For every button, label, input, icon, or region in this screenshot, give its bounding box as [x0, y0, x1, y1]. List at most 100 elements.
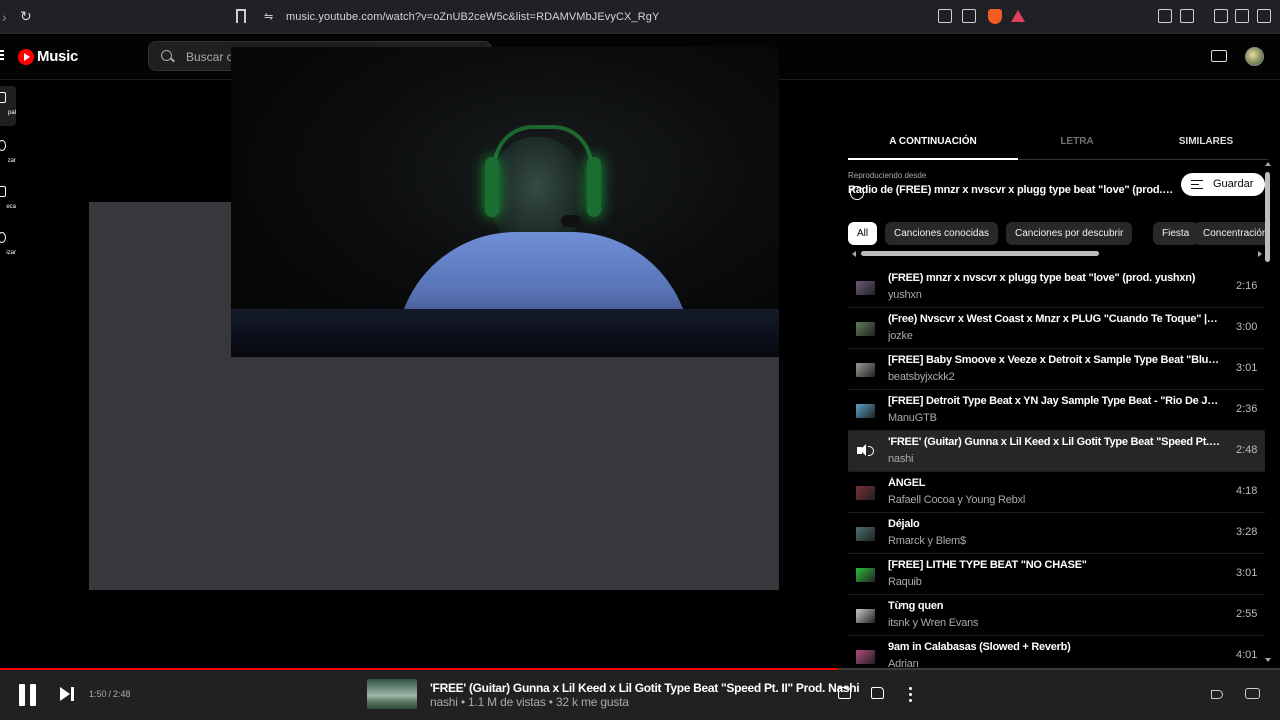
queue-item-thumbnail[interactable] — [856, 363, 875, 377]
loading-cursor-icon — [850, 186, 864, 200]
downloads-icon[interactable] — [1257, 9, 1271, 23]
chip-all[interactable]: All — [848, 222, 878, 245]
now-playing-title[interactable]: 'FREE' (Guitar) Gunna x Lil Keed x Lil G… — [430, 681, 860, 695]
menu-icon[interactable] — [0, 50, 4, 60]
queue-item-thumbnail[interactable] — [856, 486, 875, 500]
scroll-right-icon[interactable] — [1258, 251, 1262, 257]
guide-label: pal — [7, 110, 16, 116]
scroll-down-icon[interactable] — [1265, 658, 1271, 662]
queue-item-artist[interactable]: nashi — [888, 453, 1218, 465]
queue-item-artist[interactable]: Rafaell Cocoa y Young Rebxl — [888, 494, 1218, 506]
queue-item[interactable]: (Free) Nvscvr x West Coast x Mnzr x PLUG… — [848, 308, 1265, 349]
queue-item-artist[interactable]: beatsbyjxckk2 — [888, 371, 1218, 383]
logo-text[interactable]: Music — [37, 48, 78, 65]
share-icon[interactable] — [962, 9, 976, 23]
more-options-button[interactable] — [903, 685, 921, 703]
dislike-button[interactable] — [836, 685, 854, 703]
queue-item-artist[interactable]: Rmarck y Blem$ — [888, 535, 1218, 547]
queue-item-thumbnail[interactable] — [856, 404, 875, 418]
volume-button[interactable] — [1210, 685, 1228, 703]
site-info-icon[interactable]: ⇋ — [264, 10, 273, 23]
queue-item-artist[interactable]: ManuGTB — [888, 412, 1218, 424]
video-player[interactable] — [231, 47, 779, 357]
queue-item[interactable]: 9am in Calabasas (Slowed + Reverb) Adrian… — [848, 636, 1265, 670]
queue-item[interactable]: [FREE] Detroit Type Beat x YN Jay Sample… — [848, 390, 1265, 431]
reload-icon[interactable]: ↻ — [20, 8, 32, 25]
now-playing-thumbnail[interactable] — [367, 679, 417, 709]
guide-item-upgrade[interactable]: izar — [0, 226, 16, 266]
chip-discover[interactable]: Canciones por descubrir — [1006, 222, 1133, 245]
queue-item-artist[interactable]: jozke — [888, 330, 1218, 342]
screen-icon[interactable] — [938, 9, 952, 23]
now-playing-subtitle[interactable]: nashi • 1.1 M de vistas • 32 k me gusta — [430, 695, 629, 709]
repeat-button[interactable] — [1244, 685, 1262, 703]
avatar[interactable] — [1245, 47, 1264, 66]
search-icon — [161, 50, 172, 61]
chip-known-songs[interactable]: Canciones conocidas — [885, 222, 999, 245]
scroll-left-icon[interactable] — [852, 251, 856, 257]
queue-item-title: Déjalo — [888, 518, 920, 530]
media-icon[interactable] — [1180, 9, 1194, 23]
like-button[interactable] — [869, 685, 887, 703]
current-time: 1:50 — [89, 689, 107, 699]
queue-item-artist[interactable]: Raquib — [888, 576, 1218, 588]
queue-item-title: ÁNGEL — [888, 477, 926, 489]
queue-item-thumbnail[interactable] — [856, 527, 875, 541]
queue-item[interactable]: 'FREE' (Guitar) Gunna x Lil Keed x Lil G… — [848, 431, 1265, 472]
player-bar: 1:50/2:48 'FREE' (Guitar) Gunna x Lil Ke… — [0, 668, 1280, 720]
cast-icon[interactable] — [1211, 50, 1227, 62]
queue-item[interactable]: Từng quen itsnk y Wren Evans 2:55 — [848, 595, 1265, 636]
queue-item-artist[interactable]: itsnk y Wren Evans — [888, 617, 1218, 629]
guide-item-home[interactable]: pal — [0, 86, 16, 126]
queue-item-thumbnail[interactable] — [856, 568, 875, 582]
forward-icon[interactable]: › — [2, 9, 7, 25]
chip-focus[interactable]: Concentración — [1194, 222, 1268, 245]
address-bar-url[interactable]: music.youtube.com/watch?v=oZnUB2ceW5c&li… — [286, 11, 659, 23]
bookmark-icon[interactable] — [236, 9, 246, 23]
queue-item-duration: 3:01 — [1236, 567, 1258, 579]
queue-item-thumbnail[interactable] — [856, 650, 875, 664]
chip-party[interactable]: Fiesta — [1153, 222, 1199, 245]
sidebar-icon[interactable] — [1235, 9, 1249, 23]
pause-button[interactable] — [18, 684, 38, 706]
brave-shields-icon[interactable] — [988, 9, 1002, 24]
queue-item-thumbnail[interactable] — [856, 322, 875, 336]
radio-title[interactable]: Radio de (FREE) mnzr x nvscvr x plugg ty… — [848, 184, 1176, 196]
queue-item-artist[interactable]: yushxn — [888, 289, 1218, 301]
queue-item[interactable]: [FREE] Baby Smoove x Veeze x Detroit x S… — [848, 349, 1265, 390]
queue-scroll-thumb[interactable] — [1265, 172, 1270, 262]
guide-label: eca — [6, 204, 16, 210]
youtube-music-logo-icon[interactable] — [18, 49, 34, 65]
next-button[interactable] — [60, 687, 76, 701]
more-icon-dot — [909, 687, 912, 690]
progress-bar[interactable] — [0, 668, 1280, 670]
guide-item-library[interactable]: eca — [0, 180, 16, 220]
tab-up-next[interactable]: A CONTINUACIÓN — [868, 136, 998, 147]
queue-item-thumbnail[interactable] — [856, 281, 875, 295]
queue-item-thumbnail[interactable] — [856, 609, 875, 623]
tab-related[interactable]: SIMILARES — [1141, 136, 1271, 147]
queue-item[interactable]: Déjalo Rmarck y Blem$ 3:28 — [848, 513, 1265, 554]
queue-item-duration: 4:18 — [1236, 485, 1258, 497]
save-button[interactable]: Guardar — [1181, 173, 1265, 196]
upgrade-icon — [0, 232, 6, 243]
playlist-add-icon — [1191, 180, 1203, 189]
queue-item[interactable]: [FREE] LITHE TYPE BEAT "NO CHASE" Raquib 3… — [848, 554, 1265, 595]
next-icon-bar — [71, 687, 74, 701]
queue-item[interactable]: ÁNGEL Rafaell Cocoa y Young Rebxl 4:18 — [848, 472, 1265, 513]
queue-item-title: (FREE) mnzr x nvscvr x plugg type beat "… — [888, 272, 1196, 284]
queue-list: (FREE) mnzr x nvscvr x plugg type beat "… — [848, 267, 1265, 670]
brave-rewards-icon[interactable] — [1011, 10, 1025, 22]
guide-item-explore[interactable]: zar — [0, 134, 16, 174]
queue-scrollbar[interactable] — [1264, 160, 1274, 670]
chips-scroll-thumb[interactable] — [861, 251, 1099, 256]
queue-item-title: (Free) Nvscvr x West Coast x Mnzr x PLUG… — [888, 313, 1220, 325]
extensions-icon[interactable] — [1158, 9, 1172, 23]
time-info: 1:50/2:48 — [89, 689, 131, 699]
scroll-up-icon[interactable] — [1265, 162, 1271, 166]
queue-item[interactable]: (FREE) mnzr x nvscvr x plugg type beat "… — [848, 267, 1265, 308]
music-icon[interactable] — [1214, 9, 1228, 23]
tab-lyrics[interactable]: LETRA — [1012, 136, 1142, 147]
chips-scrollbar[interactable] — [848, 250, 1262, 258]
now-playing-speaker-icon — [857, 443, 875, 459]
